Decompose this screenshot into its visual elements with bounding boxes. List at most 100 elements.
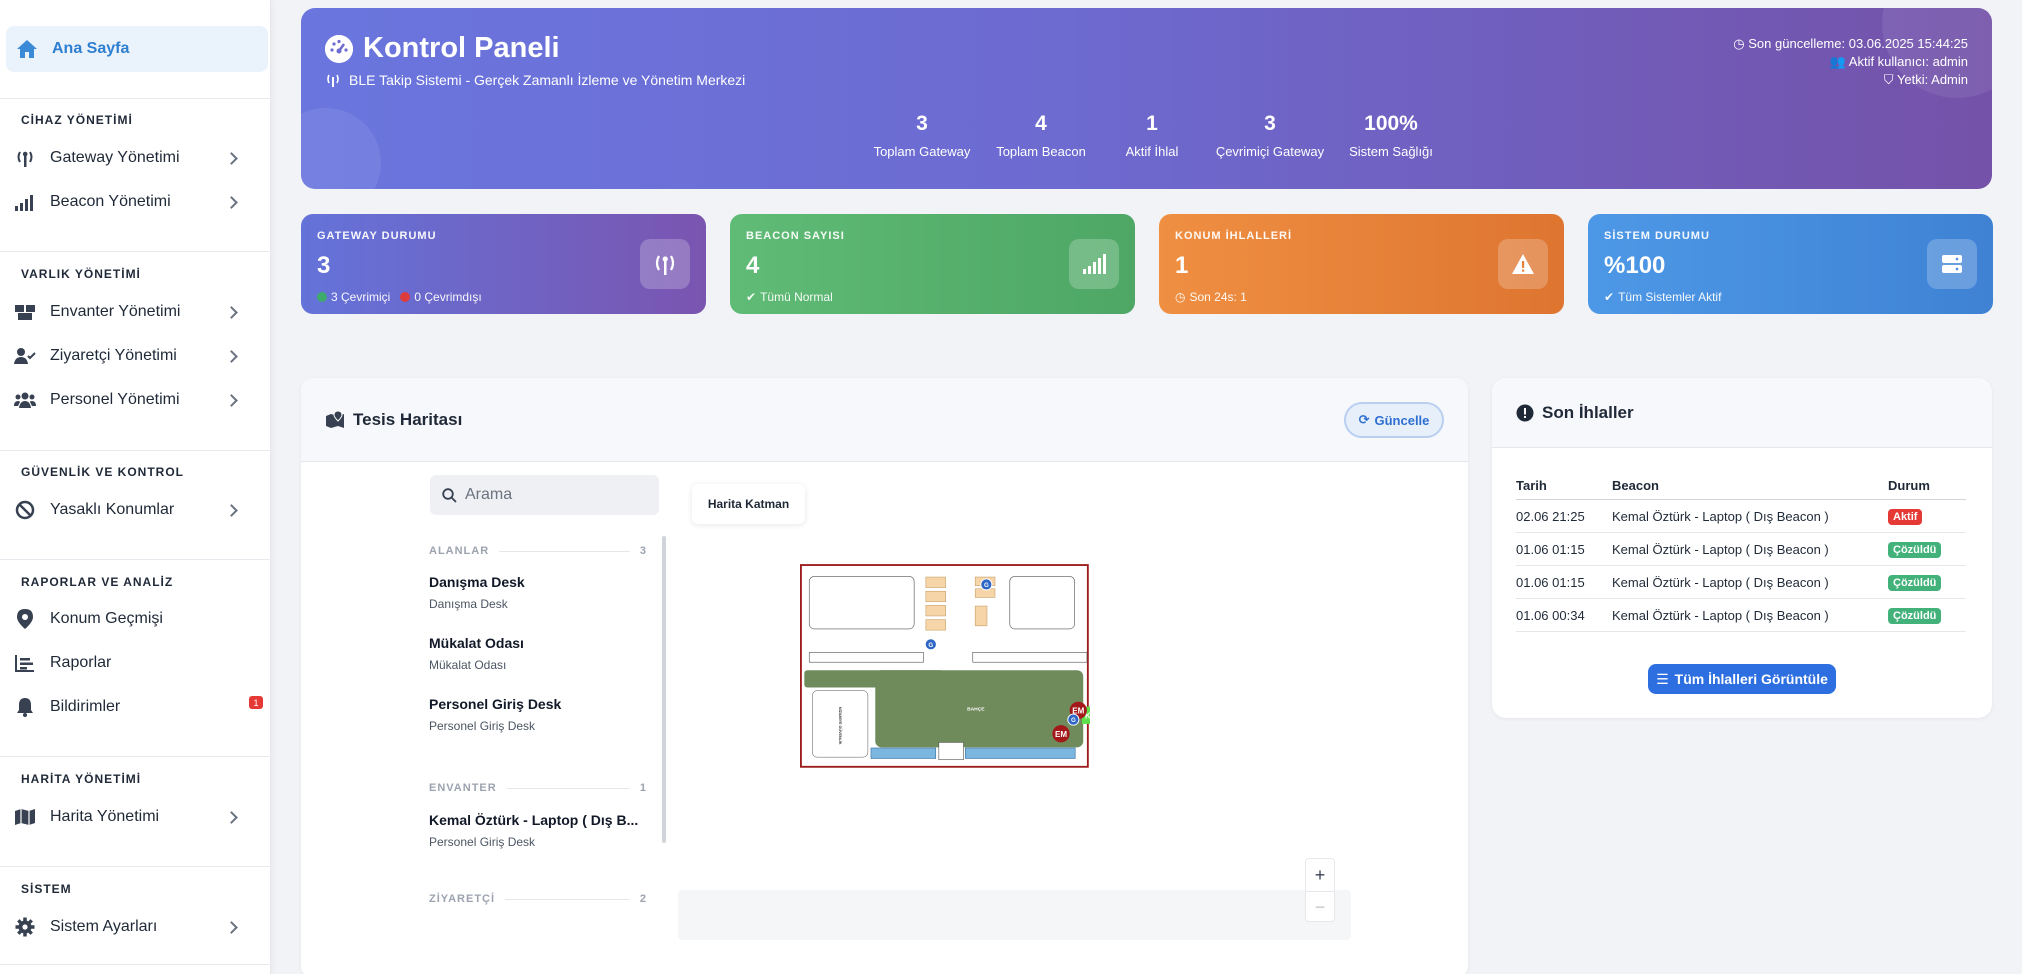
search-input[interactable]: Arama: [430, 475, 659, 515]
list-item[interactable]: Mükalat Odası Mükalat Odası: [429, 635, 649, 672]
status-badge: Çözüldü: [1888, 542, 1942, 558]
floor-plan[interactable]: BAHÇE NİZAMİYE GÜVENLİK G G KE EM G EM: [800, 499, 1090, 839]
home-icon: [16, 39, 38, 59]
card-status: ◷ Son 24s: 1: [1175, 290, 1548, 304]
list-section-visitor: ZİYARETÇİ 2: [429, 893, 647, 905]
cell-beacon: Kemal Öztürk - Laptop ( Dış Beacon ): [1612, 565, 1888, 599]
cell-beacon: Kemal Öztürk - Laptop ( Dış Beacon ): [1612, 598, 1888, 632]
sidebar-item-inventory[interactable]: Envanter Yönetimi: [0, 292, 262, 332]
stat-label: Çevrimiçi Gateway: [1215, 144, 1325, 159]
column-header: Durum: [1888, 474, 1966, 500]
stat-value: 4: [1035, 112, 1047, 135]
broadcast-tower-icon: [14, 148, 36, 168]
sidebar-item-reports[interactable]: Raporlar: [0, 643, 262, 683]
chart-line-icon: [14, 653, 36, 673]
map-layer-tab[interactable]: Harita Katman: [692, 484, 805, 524]
online-count: 3 Çevrimiçi: [331, 290, 391, 304]
recent-violations-panel: Son İhlaller Tarih Beacon Durum 02.06 21…: [1492, 378, 1992, 718]
map-marked-icon: [325, 410, 345, 429]
cell-status: Çözüldü: [1888, 565, 1966, 599]
sidebar-item-settings[interactable]: Sistem Ayarları: [0, 907, 262, 947]
list-item[interactable]: Danışma Desk Danışma Desk: [429, 574, 649, 611]
warning-icon: [1498, 239, 1548, 289]
stat-total-beacon: 4 Toplam Beacon: [983, 112, 1099, 159]
chevron-right-icon: [225, 195, 238, 209]
list-section-areas: ALANLAR 3: [429, 545, 647, 557]
cell-status: Çözüldü: [1888, 598, 1966, 632]
list-icon: ☰: [1656, 670, 1669, 687]
table-row[interactable]: 01.06 01:15 Kemal Öztürk - Laptop ( Dış …: [1516, 565, 1966, 599]
user-check-icon: [14, 346, 36, 366]
gateway-marker[interactable]: G: [928, 642, 933, 649]
status-badge: Çözüldü: [1888, 575, 1942, 591]
status-badge: Çözüldü: [1888, 608, 1942, 624]
sidebar-item-home[interactable]: Ana Sayfa: [6, 26, 268, 72]
zoom-out-button[interactable]: −: [1306, 891, 1334, 923]
refresh-button[interactable]: ⟳ Güncelle: [1344, 402, 1444, 438]
gateway-marker[interactable]: G: [1071, 717, 1076, 724]
cell-date: 01.06 00:34: [1516, 598, 1612, 632]
item-desc: Personel Giriş Desk: [429, 835, 536, 849]
section-count: 3: [639, 545, 647, 557]
sidebar-item-map-management[interactable]: Harita Yönetimi: [0, 797, 262, 837]
map-icon: [14, 807, 36, 827]
sidebar-item-label: Konum Geçmişi: [50, 610, 163, 627]
card-value: %100: [1604, 252, 1666, 279]
sidebar-item-label: Ana Sayfa: [52, 40, 130, 57]
item-desc: Danışma Desk: [429, 597, 508, 611]
card-status-text: Tüm Sistemler Aktif: [1618, 290, 1722, 304]
notification-count-badge: 1: [249, 696, 263, 709]
sidebar-item-gateway[interactable]: Gateway Yönetimi: [0, 138, 262, 178]
zoom-control: + −: [1305, 858, 1335, 922]
table-row[interactable]: 02.06 21:25 Kemal Öztürk - Laptop ( Dış …: [1516, 499, 1966, 533]
clock-icon: ◷: [1733, 36, 1749, 51]
facility-map-panel: Tesis Haritası ⟳ Güncelle Arama ALANLAR …: [301, 378, 1468, 974]
broadcast-tower-icon: [325, 73, 341, 87]
sidebar-item-notifications[interactable]: Bildirimler: [0, 687, 262, 727]
divider: [506, 787, 630, 789]
section-count: 1: [639, 782, 647, 794]
garden-label: BAHÇE: [967, 706, 985, 712]
column-header: Tarih: [1516, 474, 1612, 500]
table-row[interactable]: 01.06 00:34 Kemal Öztürk - Laptop ( Dış …: [1516, 598, 1966, 632]
cell-status: Aktif: [1888, 499, 1966, 533]
check-circle-icon: ✔: [1604, 290, 1615, 304]
item-name: Kemal Öztürk - Laptop ( Dış B...: [429, 812, 639, 828]
beacon-marker-em[interactable]: EM: [1055, 730, 1067, 739]
sidebar-item-visitor[interactable]: Ziyaretçi Yönetimi: [0, 336, 262, 376]
sidebar-item-label: Raporlar: [50, 654, 112, 671]
view-all-violations-button[interactable]: ☰ Tüm İhlalleri Görüntüle: [1648, 664, 1836, 694]
boxes-icon: [14, 302, 36, 322]
section-label: ALANLAR: [429, 545, 490, 557]
header-meta: ◷ Son güncelleme: 03.06.2025 15:44:25 👥 …: [1733, 35, 1968, 89]
table-row[interactable]: 01.06 01:15 Kemal Öztürk - Laptop ( Dış …: [1516, 532, 1966, 566]
gateway-marker[interactable]: G: [984, 582, 989, 589]
list-item[interactable]: Personel Giriş Desk Personel Giriş Desk: [429, 696, 649, 733]
sidebar-item-restricted[interactable]: Yasaklı Konumlar: [0, 490, 262, 530]
gear-icon: [14, 917, 36, 937]
divider: [0, 450, 271, 451]
chevron-right-icon: [225, 349, 238, 363]
cell-beacon: Kemal Öztürk - Laptop ( Dış Beacon ): [1612, 532, 1888, 566]
stat-online-gateway: 3 Çevrimiçi Gateway: [1205, 112, 1335, 159]
list-item[interactable]: Kemal Öztürk - Laptop ( Dış B... Persone…: [429, 812, 649, 849]
user-role-text: Yetki: Admin: [1896, 72, 1968, 87]
signal-icon: [1069, 239, 1119, 289]
stat-value: 3: [1264, 112, 1276, 135]
divider: [0, 251, 271, 252]
clock-icon: ◷: [1175, 290, 1186, 304]
sidebar-item-history[interactable]: Konum Geçmişi: [0, 599, 262, 639]
page-subtitle-text: BLE Takip Sistemi - Gerçek Zamanlı İzlem…: [349, 72, 746, 88]
zoom-in-button[interactable]: +: [1306, 859, 1334, 891]
list-scrollbar[interactable]: [662, 536, 666, 843]
card-status-text: Son 24s: 1: [1189, 290, 1247, 304]
sidebar-item-personnel[interactable]: Personel Yönetimi: [0, 380, 262, 420]
column-header: Beacon: [1612, 474, 1888, 500]
sidebar-item-beacon[interactable]: Beacon Yönetimi: [0, 182, 262, 222]
offline-dot: [400, 292, 411, 302]
card-status: 3 Çevrimiçi 0 Çevrimdışı: [317, 290, 690, 304]
table-header-row: Tarih Beacon Durum: [1516, 474, 1966, 500]
broadcast-tower-icon: [640, 239, 690, 289]
tachometer-icon: [325, 34, 353, 63]
cell-date: 01.06 01:15: [1516, 565, 1612, 599]
